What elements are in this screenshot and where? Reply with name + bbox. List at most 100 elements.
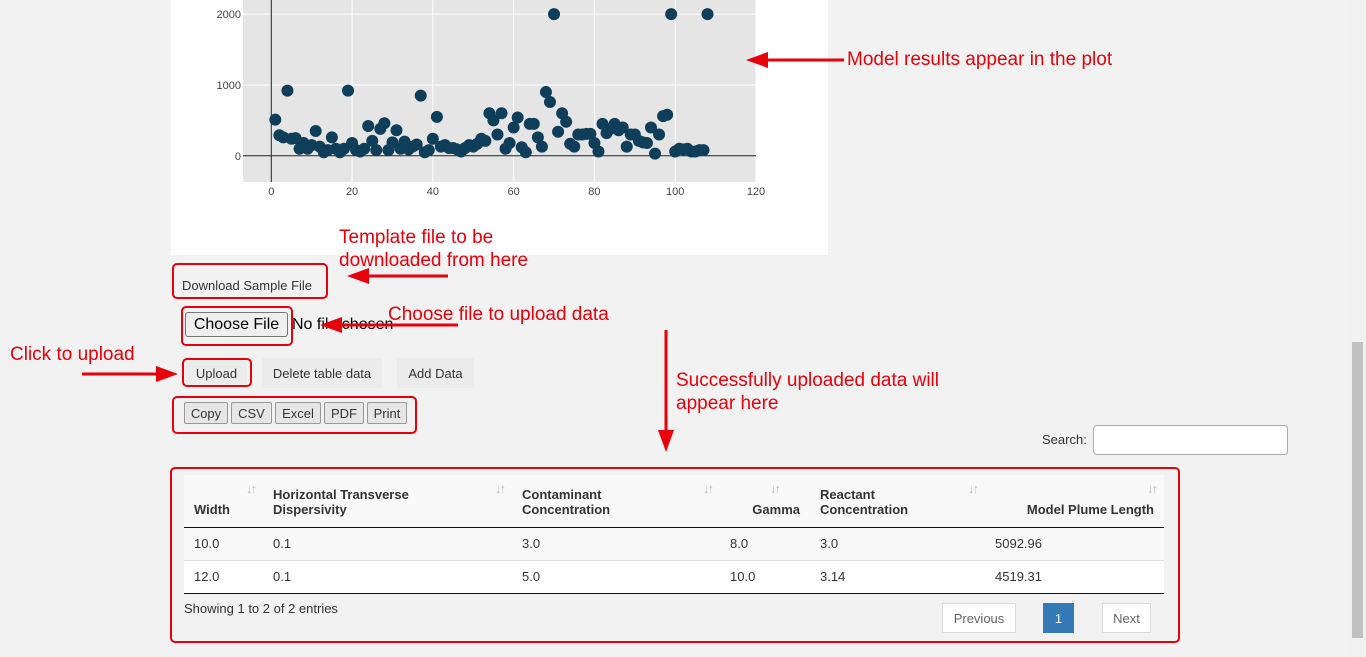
column-header-label: Concentration	[522, 501, 611, 517]
table-cell: 3.14	[810, 559, 985, 594]
annotation-success: Successfully uploaded data will appear h…	[676, 369, 939, 415]
column-header-horizontal-transverse-dispersivity[interactable]: Horizontal Transverse Dispersivity ↓↑	[263, 475, 512, 528]
data-point	[661, 108, 674, 121]
column-header-contaminant-concentration[interactable]: Contaminant Concentration ↓↑	[512, 475, 720, 528]
annotation-choose: Choose file to upload data	[388, 304, 609, 325]
annotation-plot: Model results appear in the plot	[847, 49, 1113, 70]
table-cell: 10.0	[720, 559, 810, 594]
data-point	[362, 120, 375, 133]
column-header-model-plume-length[interactable]: Model Plume Length ↓↑	[985, 475, 1164, 528]
x-tick-label: 100	[666, 186, 684, 198]
upload-button[interactable]: Upload	[186, 361, 247, 385]
table-header-row: Width ↓↑ Horizontal Transverse Dispersivity…	[184, 475, 1164, 528]
data-point	[649, 147, 662, 160]
data-point	[325, 131, 338, 144]
data-point	[503, 137, 516, 150]
data-point	[665, 8, 678, 21]
scatter-plot-panel: 0 20 40 60 80 100 120 0 1000 2000	[171, 0, 828, 255]
table-cell: 12.0	[184, 559, 263, 594]
print-button[interactable]: Print	[367, 402, 407, 424]
pdf-button[interactable]: PDF	[324, 402, 364, 424]
x-tick-label: 40	[427, 186, 439, 198]
table-row[interactable]: 10.0 0.1 3.0 8.0 3.0 5092.96	[184, 526, 1164, 560]
table-cell: 0.1	[263, 559, 512, 594]
table-cell: 4519.31	[985, 559, 1164, 594]
table-cell: 3.0	[810, 526, 985, 560]
table-cell: 3.0	[512, 526, 720, 560]
data-point	[548, 8, 561, 21]
data-point	[281, 84, 294, 97]
data-point	[535, 140, 548, 153]
table-cell: 10.0	[184, 526, 263, 560]
scrollbar-thumb[interactable]	[1352, 342, 1363, 638]
table-cell: 5.0	[512, 559, 720, 594]
sort-icon[interactable]: ↓↑	[703, 481, 714, 496]
delete-table-data-button[interactable]: Delete table data	[262, 358, 382, 388]
column-header-label: Concentration	[820, 501, 909, 517]
x-tick-label: 120	[747, 186, 765, 198]
data-point	[479, 134, 492, 147]
arrow-right-icon	[82, 366, 178, 382]
previous-page-button[interactable]: Previous	[942, 603, 1016, 633]
data-table-wrapper: Width ↓↑ Horizontal Transverse Dispersivity…	[184, 475, 1164, 594]
table-cell: 8.0	[720, 526, 810, 560]
data-point	[430, 110, 443, 123]
column-header-label: Dispersivity	[273, 501, 347, 517]
x-tick-label: 60	[508, 186, 520, 198]
add-data-button[interactable]: Add Data	[397, 358, 474, 388]
y-tick-label: 1000	[217, 80, 241, 92]
sort-icon[interactable]: ↓↑	[246, 481, 257, 496]
next-page-button[interactable]: Next	[1102, 603, 1151, 633]
data-point	[653, 128, 666, 141]
sort-icon[interactable]: ↓↑	[495, 481, 506, 496]
column-header-gamma[interactable]: Gamma ↓↑	[720, 475, 810, 528]
download-sample-button[interactable]: Download Sample File	[176, 272, 318, 298]
arrow-icon	[347, 268, 448, 284]
copy-button[interactable]: Copy	[184, 402, 228, 424]
page-1-button[interactable]: 1	[1043, 603, 1074, 633]
data-point	[701, 8, 714, 21]
sort-icon[interactable]: ↓↑	[770, 481, 781, 496]
annotation-success-line2: appear here	[676, 393, 779, 414]
y-tick-label: 2000	[217, 9, 241, 21]
data-point	[519, 146, 532, 159]
data-point	[640, 137, 653, 150]
sort-icon[interactable]: ↓↑	[968, 481, 979, 496]
data-point	[390, 124, 403, 137]
table-cell: 5092.96	[985, 526, 1164, 560]
annotation-success-line1: Successfully uploaded data will	[676, 370, 939, 391]
annotation-upload: Click to upload	[10, 344, 135, 365]
data-point	[592, 145, 605, 158]
column-header-label: Width	[194, 501, 230, 517]
column-header-width[interactable]: Width ↓↑	[184, 475, 263, 528]
table-row[interactable]: 12.0 0.1 5.0 10.0 3.14 4519.31	[184, 559, 1164, 594]
column-header-label: Model Plume Length	[1026, 501, 1154, 517]
csv-button[interactable]: CSV	[231, 402, 272, 424]
data-point	[552, 125, 565, 138]
data-point	[491, 128, 504, 141]
data-point	[269, 113, 282, 126]
excel-button[interactable]: Excel	[275, 402, 321, 424]
data-point	[422, 144, 435, 157]
data-point	[370, 144, 383, 157]
table-body: 10.0 0.1 3.0 8.0 3.0 5092.96 12.0 0.1 5.0 10.0 3.1…	[184, 526, 1164, 594]
sort-icon[interactable]: ↓↑	[1147, 481, 1158, 496]
arrow-down-icon	[658, 330, 674, 452]
data-point	[511, 111, 524, 124]
column-header-reactant-concentration[interactable]: Reactant Concentration ↓↑	[810, 475, 985, 528]
data-point	[697, 144, 710, 157]
data-point	[378, 117, 391, 130]
data-point	[342, 84, 355, 97]
data-point	[309, 125, 322, 138]
data-point	[543, 95, 556, 108]
data-point	[527, 117, 540, 130]
table-info: Showing 1 to 2 of 2 entries	[184, 601, 338, 616]
data-point	[414, 89, 427, 102]
column-header-label: Gamma	[752, 501, 800, 517]
search-input[interactable]	[1093, 425, 1288, 455]
choose-file-button[interactable]: Choose File	[185, 312, 288, 337]
y-tick-label: 0	[235, 151, 241, 163]
scatter-plot: 0 20 40 60 80 100 120 0 1000 2000	[217, 0, 765, 198]
x-tick-label: 0	[268, 186, 274, 198]
data-point	[560, 115, 573, 128]
